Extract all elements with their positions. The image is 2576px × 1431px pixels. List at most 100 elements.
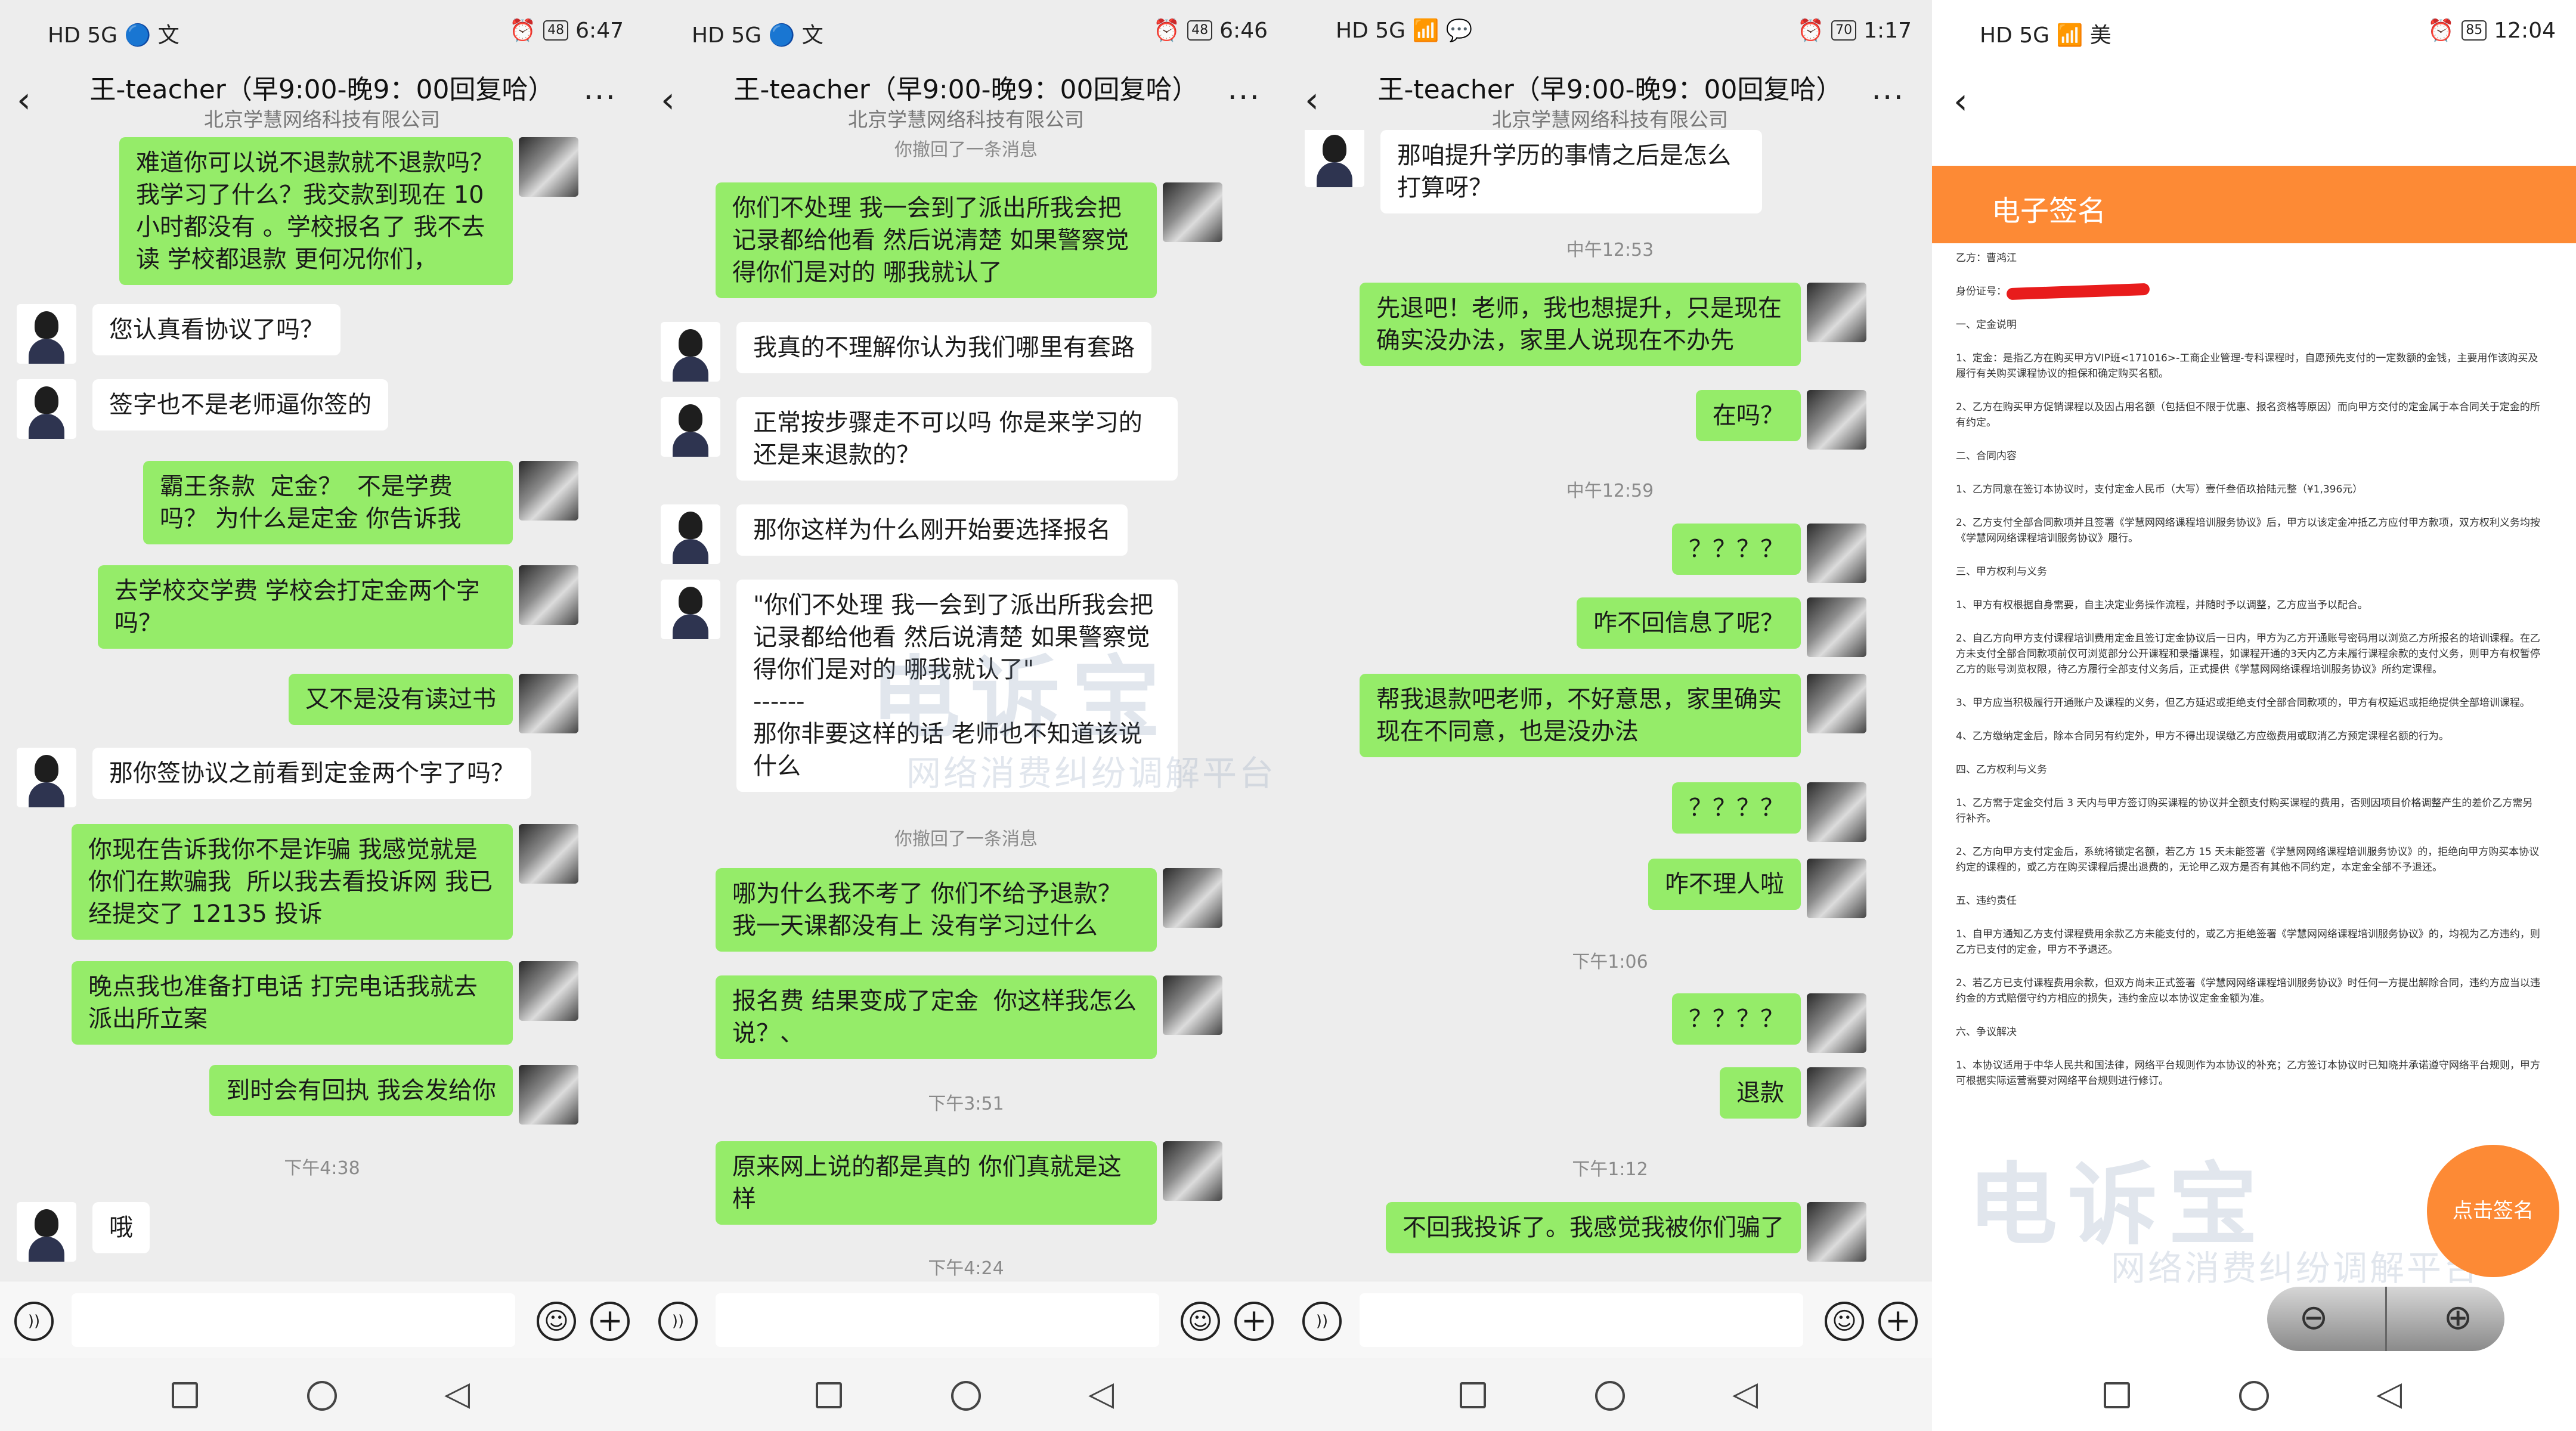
avatar[interactable] [1807,859,1866,918]
status-icons: HD 5G 📶 💬 [1336,18,1473,43]
message-bubble-received[interactable]: 哦 [92,1202,150,1253]
message-bubble-sent[interactable]: 咋不理人啦 [1648,859,1801,910]
back-icon[interactable]: ‹ [1953,83,1977,119]
avatar[interactable] [661,580,720,639]
message-bubble-sent[interactable]: 不回我投诉了。我感觉我被你们骗了 [1386,1202,1801,1253]
more-icon[interactable]: ··· [1871,80,1905,116]
message-bubble-sent[interactable]: 晚点我也准备打电话 打完电话我就去派出所立案 [72,961,513,1045]
message-bubble-sent[interactable]: 哪为什么我不考了 你们不给予退款？我一天课都没有上 没有学习过什么 [716,868,1157,952]
message-bubble-sent[interactable]: 你现在告诉我你不是诈骗 我感觉就是你们在欺骗我 所以我去看投诉网 我已经提交了 … [72,824,513,940]
avatar[interactable] [661,322,720,382]
home-icon[interactable] [2239,1381,2269,1411]
message-bubble-sent[interactable]: 在吗？ [1696,390,1801,441]
avatar[interactable] [1807,597,1866,657]
timestamp: 下午1:12 [1572,1159,1648,1180]
input-bar: )) ☺ + [0,1281,644,1358]
message-bubble-received[interactable]: 那你这样为什么刚开始要选择报名 [736,504,1128,556]
nav-back-icon[interactable]: ◁ [1732,1377,1758,1411]
message-list[interactable]: 难道你可以说不退款就不退款吗？我学习了什么？我交款到现在 10 小时都没有 。学… [0,130,644,1281]
zoom-out-icon[interactable]: ⊖ [2291,1296,2336,1342]
avatar[interactable] [519,137,578,197]
home-icon[interactable] [1595,1381,1625,1411]
more-icon[interactable]: ··· [583,80,617,116]
nav-back-icon[interactable]: ◁ [444,1377,470,1411]
emoji-icon[interactable]: ☺ [537,1302,576,1341]
doc-line-id: 身份证号： [1956,283,2540,301]
avatar[interactable] [519,565,578,625]
message-input[interactable] [716,1293,1159,1347]
avatar[interactable] [519,961,578,1021]
message-input[interactable] [1360,1293,1803,1347]
avatar[interactable] [17,748,76,807]
watermark-text: 网络消费纠纷调解平台 [906,753,1277,794]
recents-icon[interactable] [816,1382,842,1408]
message-bubble-sent[interactable]: 你们不处理 我一会到了派出所我会把记录都给他看 然后说清楚 如果警察觉得你们是对… [716,182,1157,298]
message-bubble-sent[interactable]: ？？？？ [1672,993,1801,1045]
message-bubble-received[interactable]: 签字也不是老师逼你签的 [92,379,388,430]
more-icon[interactable]: ··· [1227,80,1261,116]
message-bubble-received[interactable]: 您认真看协议了吗？ [92,304,340,355]
message-bubble-sent[interactable]: 咋不回信息了呢？ [1577,597,1801,649]
avatar[interactable] [1807,283,1866,342]
avatar[interactable] [1305,130,1364,187]
avatar[interactable] [1807,1202,1866,1262]
message-bubble-received[interactable]: 那咱提升学历的事情之后是怎么打算呀？ [1380,130,1762,213]
zoom-in-icon[interactable]: ⊕ [2435,1296,2481,1342]
recents-icon[interactable] [1460,1382,1486,1408]
avatar[interactable] [1163,182,1222,242]
message-bubble-received[interactable]: 我真的不理解你认为我们哪里有套路 [736,322,1151,373]
avatar[interactable] [519,674,578,733]
message-bubble-sent[interactable]: 报名费 结果变成了定金 你这样我怎么说？、 [716,975,1157,1059]
avatar[interactable] [1163,868,1222,928]
message-bubble-sent[interactable]: 又不是没有读过书 [289,674,513,725]
avatar[interactable] [519,1065,578,1125]
message-bubble-sent[interactable]: 霸王条款 定金？ 不是学费吗？ 为什么是定金 你告诉我 [143,461,513,544]
page-title: 电子签名 [1992,194,2107,228]
message-bubble-sent[interactable]: ？？？？ [1672,524,1801,575]
avatar[interactable] [1807,390,1866,450]
voice-icon[interactable]: )) [14,1302,54,1341]
avatar[interactable] [1807,782,1866,842]
chat-subtitle: 北京学慧网络科技有限公司 [204,108,440,131]
avatar[interactable] [1163,1141,1222,1201]
message-bubble-sent[interactable]: 帮我退款吧老师，不好意思，家里确实现在不同意，也是没办法 [1360,674,1801,757]
message-bubble-sent[interactable]: 去学校交学费 学校会打定金两个字吗？ [98,565,513,649]
voice-icon[interactable]: )) [658,1302,698,1341]
avatar[interactable] [17,379,76,439]
home-icon[interactable] [951,1381,981,1411]
plus-icon[interactable]: + [1878,1302,1918,1341]
avatar[interactable] [519,461,578,521]
avatar[interactable] [1807,1067,1866,1127]
avatar[interactable] [1807,674,1866,733]
emoji-icon[interactable]: ☺ [1825,1302,1864,1341]
voice-icon[interactable]: )) [1302,1302,1342,1341]
message-bubble-received[interactable]: 正常按步骤走不可以吗 你是来学习的还是来退款的？ [736,397,1178,481]
recents-icon[interactable] [172,1382,198,1408]
message-bubble-sent[interactable]: 退款 [1720,1067,1801,1119]
recents-icon[interactable] [2104,1382,2130,1408]
emoji-icon[interactable]: ☺ [1181,1302,1220,1341]
message-list[interactable]: 那咱提升学历的事情之后是怎么打算呀？ 中午12:53 先退吧！老师，我也想提升，… [1288,130,1932,1281]
plus-icon[interactable]: + [590,1302,630,1341]
avatar[interactable] [519,824,578,884]
message-bubble-sent[interactable]: 先退吧！老师，我也想提升，只是现在确实没办法，家里人说现在不办先 [1360,283,1801,366]
home-icon[interactable] [307,1381,337,1411]
contract-document[interactable]: 乙方：曹鸿江 身份证号： 一、定金说明 1、定金：是指乙方在购买甲方VIP班<1… [1956,250,2540,1107]
message-bubble-sent[interactable]: 难道你可以说不退款就不退款吗？我学习了什么？我交款到现在 10 小时都没有 。学… [119,137,513,285]
nav-back-icon[interactable]: ◁ [2376,1377,2402,1411]
message-bubble-received[interactable]: 那你签协议之前看到定金两个字了吗？ [92,748,531,799]
message-bubble-sent[interactable]: 原来网上说的都是真的 你们真就是这样 [716,1141,1157,1225]
message-bubble-sent[interactable]: ？？？？ [1672,782,1801,834]
avatar[interactable] [1163,975,1222,1035]
plus-icon[interactable]: + [1234,1302,1274,1341]
avatar[interactable] [1807,524,1866,583]
sign-button[interactable]: 点击签名 [2427,1145,2559,1277]
avatar[interactable] [17,304,76,364]
avatar[interactable] [661,504,720,564]
message-input[interactable] [72,1293,515,1347]
nav-back-icon[interactable]: ◁ [1088,1377,1114,1411]
avatar[interactable] [661,397,720,457]
avatar[interactable] [1807,993,1866,1053]
avatar[interactable] [17,1202,76,1262]
message-bubble-sent[interactable]: 到时会有回执 我会发给你 [209,1065,513,1116]
